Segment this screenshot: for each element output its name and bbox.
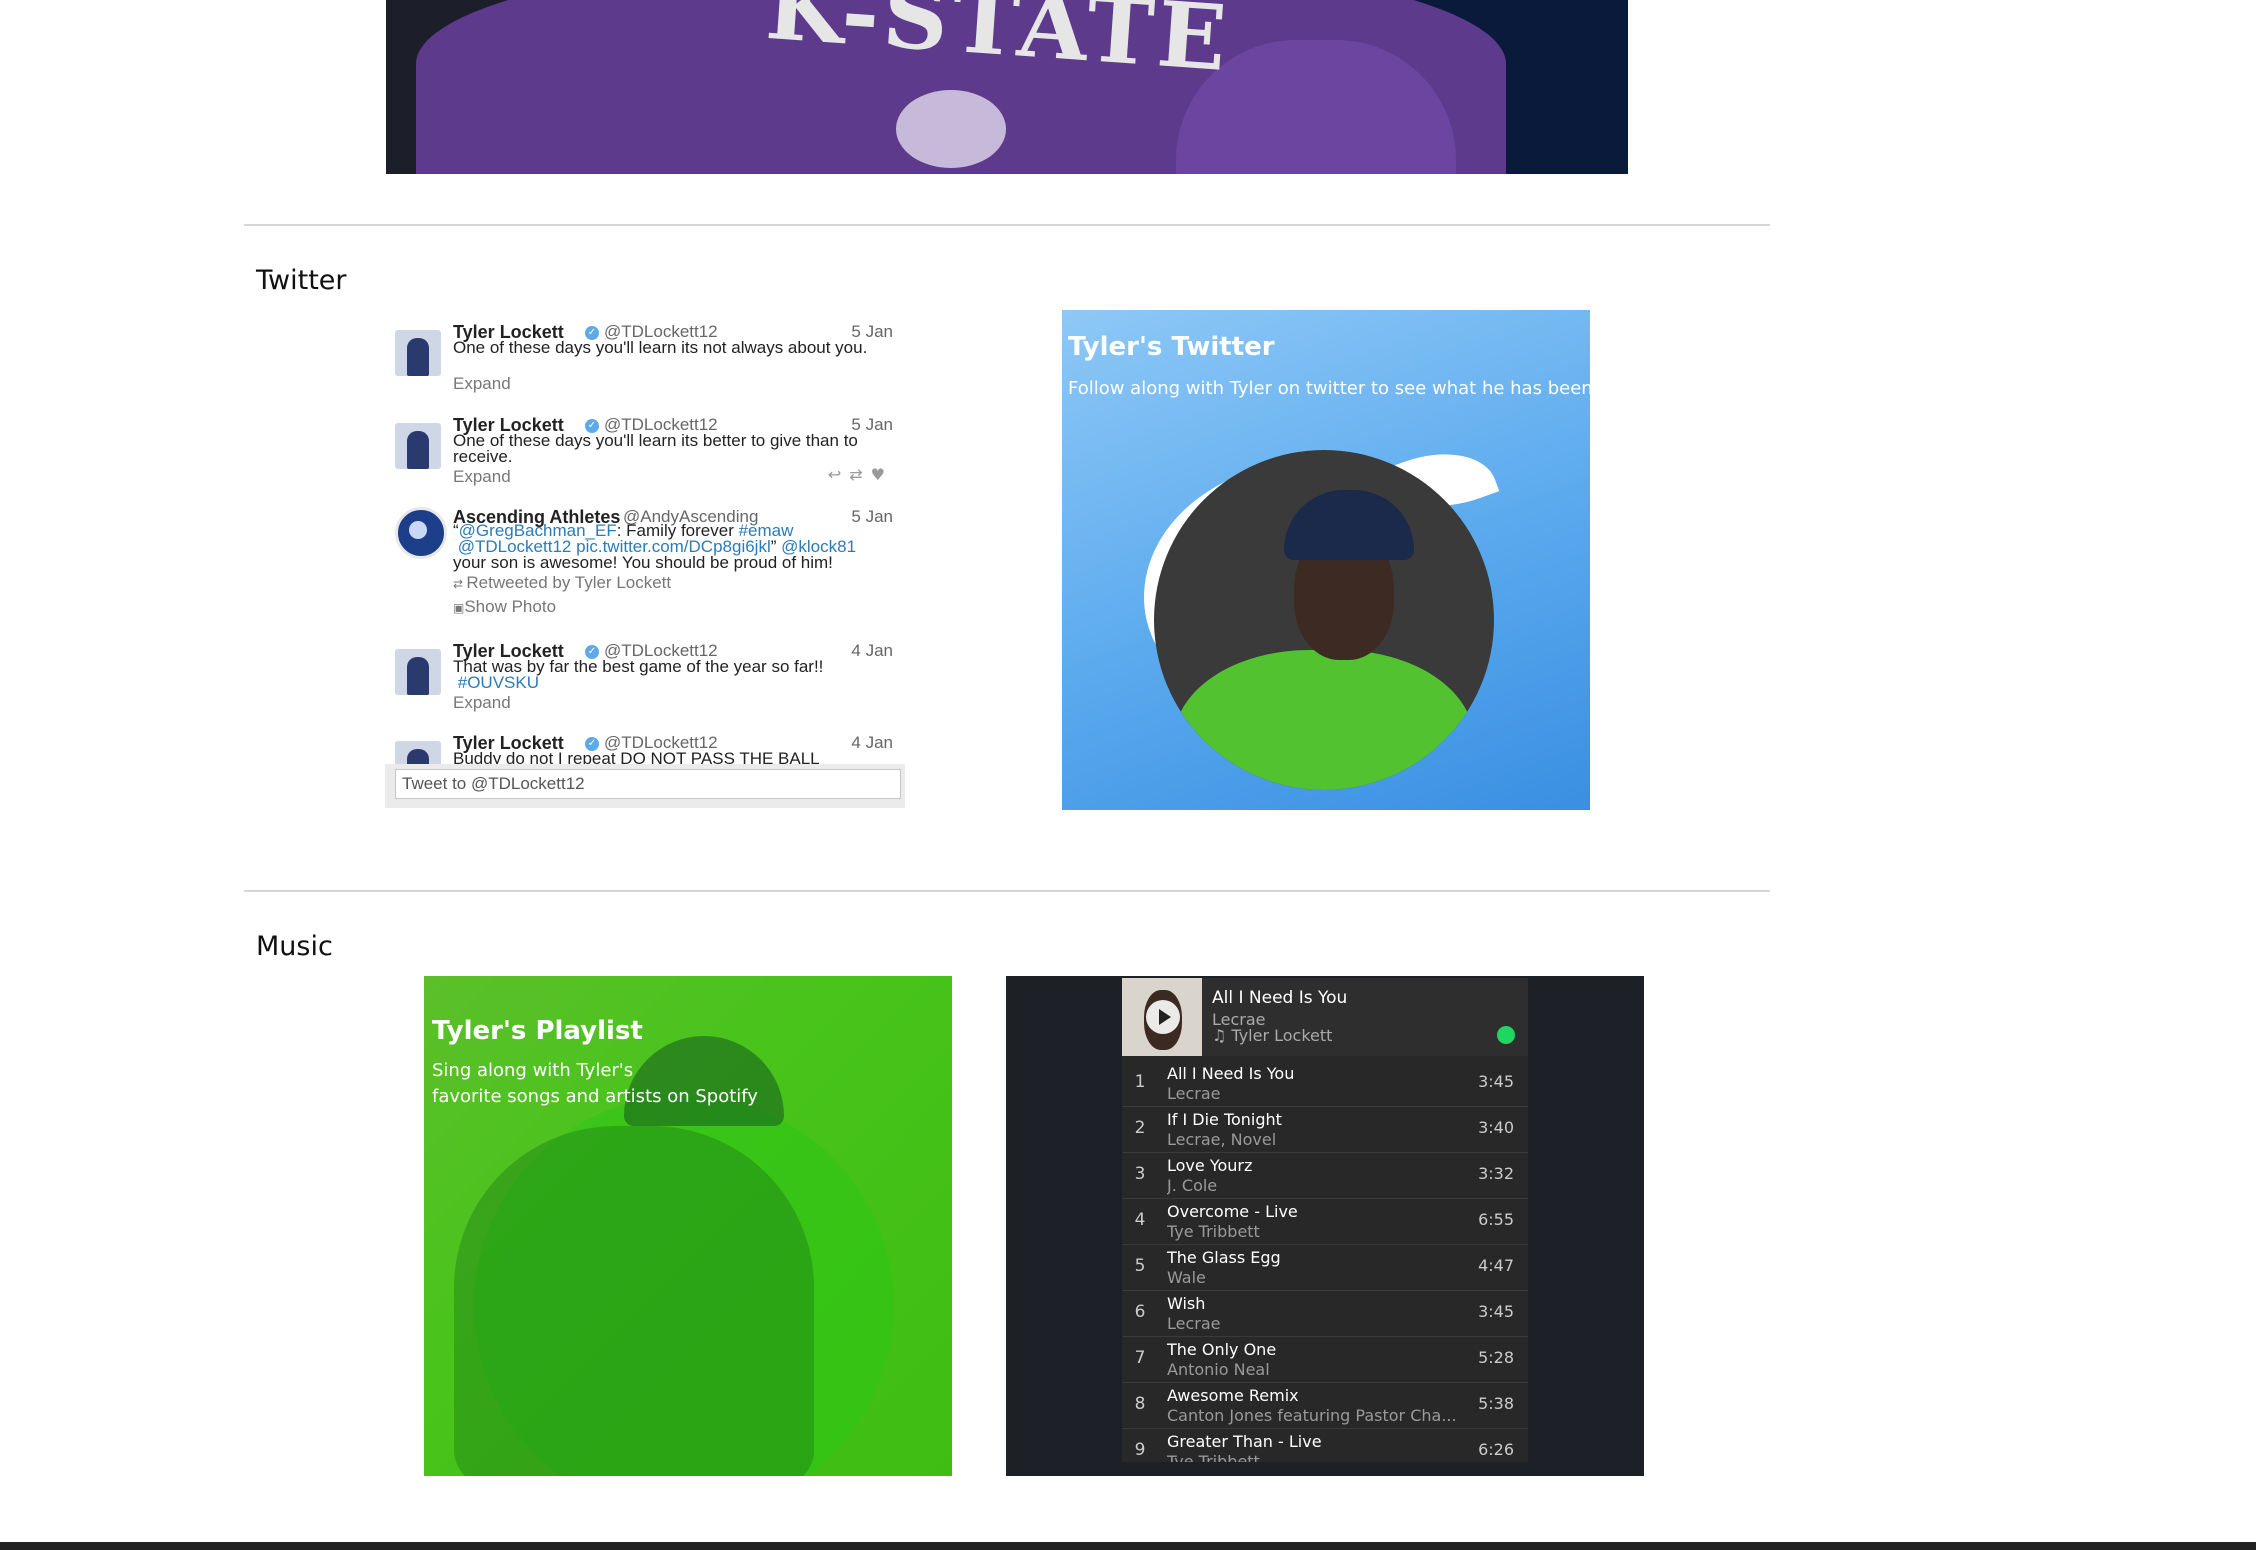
hashtag-link[interactable]: #OUVSKU bbox=[458, 673, 539, 692]
avatar[interactable] bbox=[395, 649, 441, 695]
track-artist: Wale bbox=[1167, 1268, 1206, 1287]
track-artist: Tye Tribbett bbox=[1167, 1452, 1260, 1462]
now-playing-header: All I Need Is You Lecrae ♫ Tyler Lockett bbox=[1122, 978, 1528, 1056]
track-row[interactable]: 2 If I Die Tonight Lecrae, Novel 3:40 bbox=[1122, 1106, 1528, 1153]
track-duration: 6:26 bbox=[1478, 1440, 1514, 1459]
track-row[interactable]: 9 Greater Than - Live Tye Tribbett 6:26 bbox=[1122, 1428, 1528, 1462]
spotify-icon[interactable] bbox=[1497, 1026, 1515, 1044]
reply-icon[interactable]: ↩ bbox=[828, 465, 849, 484]
retweeted-text: Retweeted by Tyler Lockett bbox=[466, 573, 672, 592]
player-silhouette bbox=[454, 1126, 814, 1476]
track-number: 4 bbox=[1134, 1210, 1146, 1230]
track-duration: 3:45 bbox=[1478, 1072, 1514, 1091]
track-artist: Antonio Neal bbox=[1167, 1360, 1270, 1379]
tweet-text: One of these days you'll learn its not a… bbox=[453, 338, 868, 357]
retweeted-by: ⇄ Retweeted by Tyler Lockett bbox=[453, 573, 671, 593]
track-artist: J. Cole bbox=[1167, 1176, 1218, 1195]
show-photo-text[interactable]: Show Photo bbox=[464, 597, 556, 616]
tweet-text-part: your son is awesome! You should be proud… bbox=[453, 553, 833, 572]
playlist-owner[interactable]: ♫ Tyler Lockett bbox=[1212, 1026, 1332, 1045]
track-artist: Canton Jones featuring Pastor Cha... bbox=[1167, 1406, 1457, 1425]
tweet-text: One of these days you'll learn its bette… bbox=[453, 431, 858, 466]
track-artist: Lecrae, Novel bbox=[1167, 1130, 1277, 1149]
wildcat-logo-icon bbox=[896, 90, 1006, 168]
twitter-card-title: Tyler's Twitter bbox=[1068, 332, 1275, 362]
track-artist: Tye Tribbett bbox=[1167, 1222, 1260, 1241]
footer-band bbox=[0, 1542, 2256, 1550]
track-title: If I Die Tonight bbox=[1167, 1110, 1282, 1129]
spotify-player[interactable]: All I Need Is You Lecrae ♫ Tyler Lockett… bbox=[1122, 978, 1528, 1462]
track-number: 3 bbox=[1134, 1164, 1146, 1184]
track-row[interactable]: 6 Wish Lecrae 3:45 bbox=[1122, 1290, 1528, 1337]
track-duration: 5:38 bbox=[1478, 1394, 1514, 1413]
track-artist: Lecrae bbox=[1167, 1314, 1221, 1333]
cap-shape bbox=[624, 1036, 784, 1126]
track-title: The Glass Egg bbox=[1167, 1248, 1281, 1267]
track-row[interactable]: 7 The Only One Antonio Neal 5:28 bbox=[1122, 1336, 1528, 1383]
tweet-text: That was by far the best game of the yea… bbox=[453, 658, 883, 692]
tweet-compose-bar: Tweet to @TDLockett12 bbox=[385, 764, 905, 808]
tweet-date[interactable]: 4 Jan bbox=[851, 733, 893, 753]
track-title: Overcome - Live bbox=[1167, 1202, 1298, 1221]
track-row[interactable]: 5 The Glass Egg Wale 4:47 bbox=[1122, 1244, 1528, 1291]
track-number: 8 bbox=[1134, 1394, 1146, 1414]
now-playing-title: All I Need Is You bbox=[1212, 988, 1348, 1008]
track-duration: 6:55 bbox=[1478, 1210, 1514, 1229]
track-artist: Lecrae bbox=[1167, 1084, 1221, 1103]
twitter-timeline[interactable]: Tyler Lockett ✓ @TDLockett12 5 Jan One o… bbox=[385, 315, 905, 808]
avatar[interactable] bbox=[395, 423, 441, 469]
playlist-card-subtitle-line2: favorite songs and artists on Spotify bbox=[432, 1086, 758, 1107]
track-number: 5 bbox=[1134, 1256, 1146, 1276]
tweet-input[interactable]: Tweet to @TDLockett12 bbox=[395, 769, 901, 799]
playlist-card[interactable]: Tyler's Playlist Sing along with Tyler's… bbox=[424, 976, 952, 1476]
favorite-icon[interactable]: ♥ bbox=[871, 465, 893, 484]
track-number: 6 bbox=[1134, 1302, 1146, 1322]
expand-link[interactable]: Expand bbox=[453, 693, 511, 713]
section-divider bbox=[244, 890, 1770, 892]
seahawks-cap-shape bbox=[1284, 490, 1414, 560]
expand-link[interactable]: Expand bbox=[453, 467, 511, 487]
retweet-icon[interactable]: ⇄ bbox=[849, 465, 870, 484]
tweet-actions[interactable]: ↩⇄♥ bbox=[828, 465, 893, 484]
track-number: 9 bbox=[1134, 1440, 1146, 1460]
avatar[interactable] bbox=[395, 330, 441, 376]
green-shirt-shape bbox=[1174, 650, 1474, 790]
retweet-small-icon: ⇄ bbox=[453, 577, 467, 591]
section-divider bbox=[244, 224, 1770, 226]
twitter-card-subtitle: Follow along with Tyler on twitter to se… bbox=[1068, 378, 1590, 399]
track-duration: 3:32 bbox=[1478, 1164, 1514, 1183]
track-title: Greater Than - Live bbox=[1167, 1432, 1322, 1451]
track-title: Awesome Remix bbox=[1167, 1386, 1299, 1405]
track-row[interactable]: 4 Overcome - Live Tye Tribbett 6:55 bbox=[1122, 1198, 1528, 1245]
track-number: 1 bbox=[1134, 1072, 1146, 1092]
track-title: All I Need Is You bbox=[1167, 1064, 1295, 1083]
track-row[interactable]: 3 Love Yourz J. Cole 3:32 bbox=[1122, 1152, 1528, 1199]
twitter-card[interactable]: Tyler's Twitter Follow along with Tyler … bbox=[1062, 310, 1590, 810]
track-number: 7 bbox=[1134, 1348, 1146, 1368]
track-number: 2 bbox=[1134, 1118, 1146, 1138]
track-title: Wish bbox=[1167, 1294, 1206, 1313]
track-duration: 3:45 bbox=[1478, 1302, 1514, 1321]
track-row[interactable]: 1 All I Need Is You Lecrae 3:45 bbox=[1122, 1060, 1528, 1107]
playlist-card-title: Tyler's Playlist bbox=[432, 1016, 643, 1046]
twitter-section-title: Twitter bbox=[256, 265, 347, 296]
hero-image: K-STATE bbox=[386, 0, 1628, 174]
avatar[interactable] bbox=[395, 507, 447, 559]
track-title: Love Yourz bbox=[1167, 1156, 1253, 1175]
track-duration: 5:28 bbox=[1478, 1348, 1514, 1367]
play-icon[interactable] bbox=[1146, 1000, 1180, 1034]
photo-icon: ▣ bbox=[453, 601, 465, 615]
tweet-text: “@GregBachman_EF: Family forever #emaw @… bbox=[453, 522, 883, 572]
show-photo-link[interactable]: ▣Show Photo bbox=[453, 597, 556, 617]
track-title: The Only One bbox=[1167, 1340, 1277, 1359]
tweet-date[interactable]: 4 Jan bbox=[851, 641, 893, 661]
music-section-title: Music bbox=[256, 931, 333, 962]
track-duration: 4:47 bbox=[1478, 1256, 1514, 1275]
playlist-card-subtitle-line1: Sing along with Tyler's bbox=[432, 1060, 634, 1081]
expand-link[interactable]: Expand bbox=[453, 374, 511, 394]
track-row[interactable]: 8 Awesome Remix Canton Jones featuring Pas… bbox=[1122, 1382, 1528, 1429]
track-duration: 3:40 bbox=[1478, 1118, 1514, 1137]
player-photo bbox=[1154, 450, 1494, 790]
